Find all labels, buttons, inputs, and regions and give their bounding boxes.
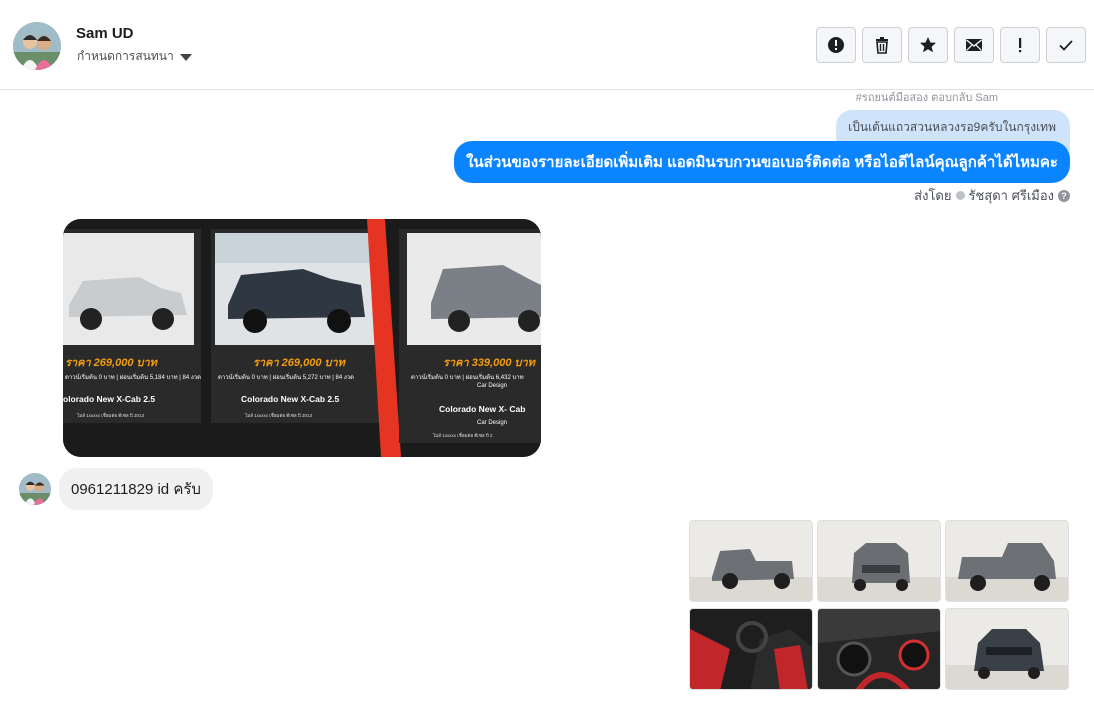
ad-card-2-price: ราคา 269,000 บาท <box>253 357 347 369</box>
conversation-assign-label: กำหนดการสนทนา <box>77 49 174 63</box>
ad-card-3-model: Colorado New X- Cab <box>439 404 525 414</box>
ad-card-1-installment: ดาวน์เริ่มต้น 0 บาท | ผ่อนเริ่มต้น 5,184… <box>65 373 201 381</box>
ad-card-1-price: ราคา 269,000 บาท <box>65 357 159 369</box>
spam-icon <box>828 37 844 53</box>
ad-card-3-footer: ไมล์ 1xxxxx เชื่อมต่อ ดีเซล ปี 2 <box>432 432 493 438</box>
photo-thumb-1[interactable] <box>689 520 813 602</box>
exclamation-icon <box>1019 38 1022 53</box>
envelope-icon <box>966 39 982 51</box>
star-icon <box>920 37 936 53</box>
follow-up-button[interactable] <box>1000 27 1040 63</box>
ad-card-3-installment: ดาวน์เริ่มต้น 0 บาท | ผ่อนเริ่มต้น 6,432… <box>411 373 524 381</box>
ad-card-2-installment: ดาวน์เริ่มต้น 0 บาท | ผ่อนเริ่มต้น 5,272… <box>218 373 354 381</box>
ad-card-2-model: Colorado New X-Cab 2.5 <box>241 394 340 404</box>
ad-card-1-footer: ไมล์ 1xxxxx เชื่อมต่อ ดีเซล ปี 2013 <box>76 412 145 418</box>
reply-context: #รถยนต์มือสอง ตอบกลับ Sam <box>855 92 998 104</box>
sent-by-label: ส่งโดย <box>914 188 952 203</box>
avatar[interactable] <box>13 22 61 70</box>
ad-card-3-price: ราคา 339,000 บาท <box>443 357 537 369</box>
ad-card-1-model: olorado New X-Cab 2.5 <box>63 394 155 404</box>
agent-dot-icon <box>955 191 965 200</box>
mark-spam-button[interactable] <box>816 27 856 63</box>
contact-name[interactable]: Sam UD <box>76 25 134 42</box>
mark-unread-button[interactable] <box>954 27 994 63</box>
sender-avatar[interactable] <box>19 473 51 505</box>
ad-card-2-footer: ไมล์ 1xxxxx เชื่อมต่อ ดีเซล ปี 2013 <box>244 412 313 418</box>
sent-by-agent: รัชสุดา ศรีเมือง <box>968 188 1055 203</box>
photo-thumb-4[interactable] <box>689 608 813 690</box>
incoming-message[interactable]: 0961211829 id ครับ <box>59 468 213 510</box>
photo-thumb-3[interactable] <box>945 520 1069 602</box>
photo-thumb-2[interactable] <box>817 520 941 602</box>
caret-down-icon <box>179 53 192 61</box>
conversation-assign-dropdown[interactable]: กำหนดการสนทนา <box>77 47 192 66</box>
photo-thumb-5[interactable] <box>817 608 941 690</box>
star-button[interactable] <box>908 27 948 63</box>
conversation-header: Sam UD กำหนดการสนทนา <box>0 0 1094 90</box>
ad-image[interactable]: ราคา 269,000 บาท ดาวน์เริ่มต้น 0 บาท | ผ… <box>63 219 541 457</box>
photo-thumb-6[interactable] <box>945 608 1069 690</box>
delete-button[interactable] <box>862 27 902 63</box>
ad-card-3-design: Car Design <box>477 420 507 426</box>
toolbar <box>816 27 1086 63</box>
sent-by-line: ส่งโดย รัชสุดา ศรีเมือง ? <box>914 185 1070 206</box>
help-icon[interactable]: ? <box>1058 189 1070 202</box>
ad-card-3-design-top: Car Design <box>477 383 507 389</box>
mark-done-button[interactable] <box>1046 27 1086 63</box>
trash-icon <box>876 37 888 54</box>
check-icon <box>1059 40 1073 51</box>
outgoing-message[interactable]: ในส่วนของรายละเอียดเพิ่มเติม แอดมินรบกวน… <box>454 141 1070 183</box>
photo-grid <box>689 520 1069 690</box>
